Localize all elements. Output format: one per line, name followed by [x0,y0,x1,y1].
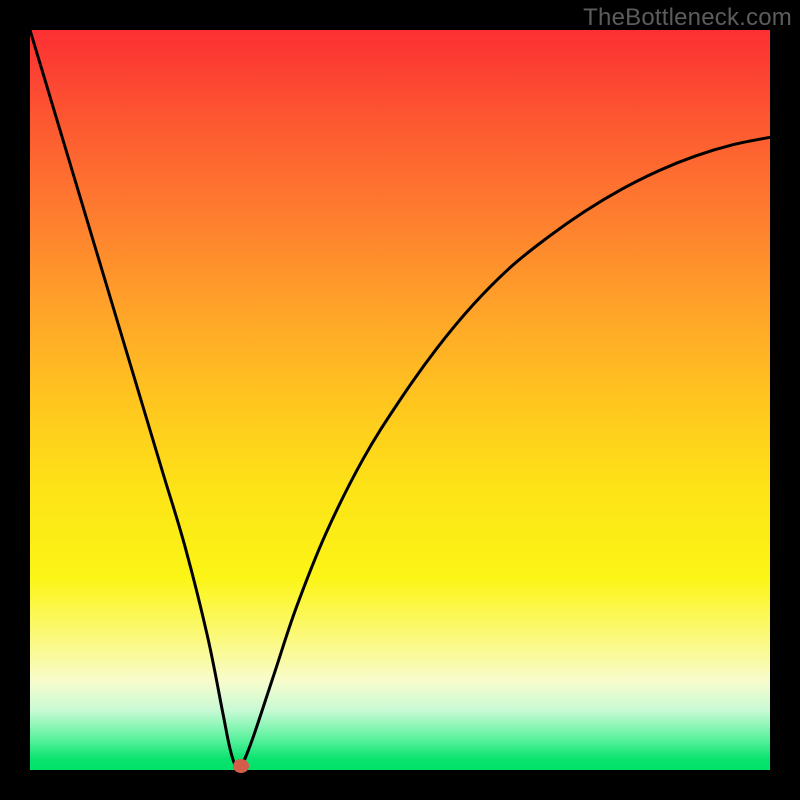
watermark-text: TheBottleneck.com [583,4,792,32]
minimum-marker-dot [233,759,249,773]
plot-area [30,30,770,770]
curve-svg [30,30,770,770]
bottleneck-curve [30,30,770,769]
chart-frame: TheBottleneck.com [0,0,800,800]
